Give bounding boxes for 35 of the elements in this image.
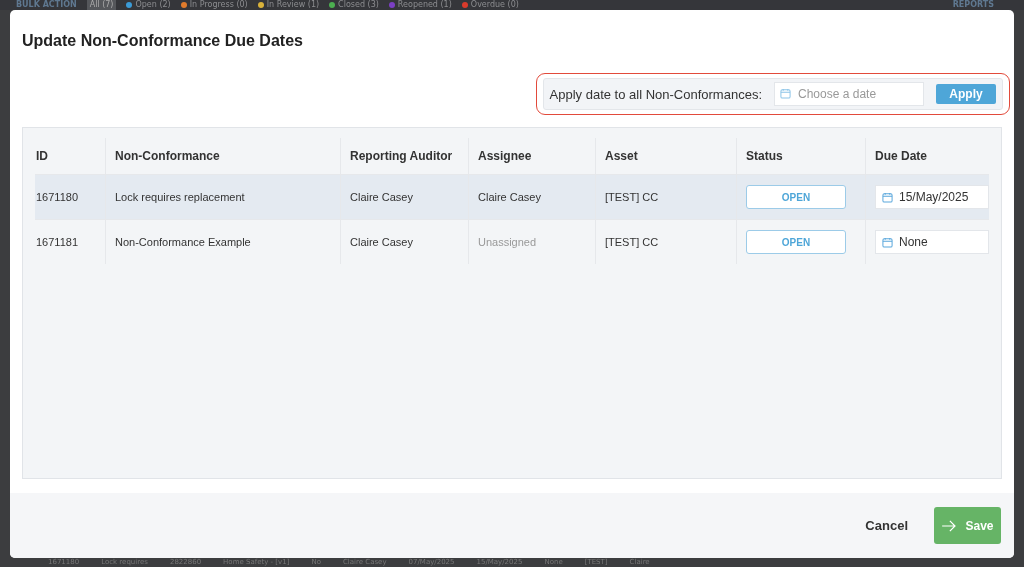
arrow-right-icon — [941, 519, 958, 532]
table-cell: [TEST] CC — [595, 220, 736, 264]
apply-label: Apply date to all Non-Conformances: — [549, 86, 762, 102]
calendar-icon — [882, 191, 893, 203]
filter-tab[interactable]: Reopened (1) — [388, 0, 452, 10]
status-badge: OPEN — [746, 185, 846, 209]
cancel-button[interactable]: Cancel — [859, 517, 914, 534]
due-date-field[interactable]: 15/May/2025 — [875, 185, 989, 209]
filter-tab[interactable]: Open (2) — [126, 0, 171, 10]
bulk-action-button[interactable]: BULK ACTION — [16, 0, 77, 10]
table-cell: Non-Conformance Example — [105, 220, 340, 264]
table-row[interactable]: 1671180 Lock requires replacement Claire Casey Claire Casey [TEST] CC OPEN 15/May/2025 — [35, 174, 989, 219]
filter-tab[interactable]: In Progress (0) — [180, 0, 248, 10]
filter-tab[interactable]: Overdue (0) — [461, 0, 519, 10]
filter-tab[interactable]: In Review (1) — [257, 0, 320, 10]
calendar-icon — [882, 236, 893, 248]
date-field[interactable]: Choose a date — [774, 82, 924, 106]
apply-button[interactable]: Apply — [936, 84, 996, 104]
filter-tab[interactable]: All (7) — [86, 0, 117, 10]
column-header: ID — [35, 148, 49, 165]
table-cell: [TEST] CC — [595, 175, 736, 219]
table-cell: Claire Casey — [468, 175, 595, 219]
due-date-field[interactable]: None — [875, 230, 989, 254]
table-cell-text: 1671180 — [35, 190, 79, 205]
save-button[interactable]: Save — [934, 507, 1001, 544]
table-cell: Lock requires replacement — [105, 175, 340, 219]
table-cell: Unassigned — [468, 220, 595, 264]
table-cell: Claire Casey — [340, 175, 468, 219]
table-cell-text: 1671181 — [35, 235, 79, 250]
filter-tab[interactable]: Closed (3) — [329, 0, 379, 10]
status-badge: OPEN — [746, 230, 846, 254]
reports-button[interactable]: REPORTS — [952, 0, 994, 10]
table-cell: Claire Casey — [340, 220, 468, 264]
table-row[interactable]: 1671181 Non-Conformance Example Claire Casey Unassigned [TEST] CC OPEN None — [35, 219, 989, 264]
dialog-title: Update Non-Conformance Due Dates — [21, 31, 304, 50]
